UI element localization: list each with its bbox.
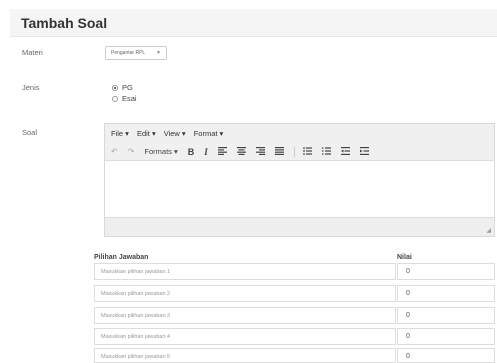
answer-input-3[interactable]: Masukkan pilihan jawaban 3 — [94, 307, 396, 324]
soal-label: Soal — [22, 128, 38, 137]
answer-input-2[interactable]: Masukkan pilihan jawaban 2 — [94, 285, 396, 302]
redo-icon[interactable]: ↷ — [128, 147, 135, 156]
outdent-icon[interactable] — [340, 146, 350, 157]
materi-select-value: Pengantar RPL — [111, 50, 146, 56]
align-left-icon[interactable] — [217, 146, 227, 157]
numbered-list-icon[interactable] — [321, 146, 331, 157]
menu-edit[interactable]: Edit ▾ — [137, 129, 156, 138]
radio-pg-label: PG — [122, 83, 133, 92]
italic-icon[interactable]: I — [204, 147, 208, 157]
bullet-list-icon[interactable] — [302, 146, 312, 157]
score-input-2[interactable]: 0 — [397, 285, 495, 302]
radio-esai-label: Esai — [122, 94, 137, 103]
radio-esai-circle[interactable] — [112, 95, 118, 102]
menu-file[interactable]: File ▾ — [111, 129, 129, 138]
bold-icon[interactable]: B — [188, 147, 195, 157]
radio-pg-circle[interactable] — [112, 84, 118, 91]
resize-handle-icon[interactable]: ◢ — [486, 227, 491, 234]
answer-input-5[interactable]: Masukkan pilihan jawaban 5 — [94, 348, 396, 363]
materi-select[interactable]: Pengantar RPL ▼ — [105, 46, 167, 60]
chevron-down-icon: ▼ — [156, 50, 161, 56]
rich-text-editor: File ▾ Edit ▾ View ▾ Format ▾ ↶ ↷ Format… — [104, 123, 495, 237]
jenis-label: Jenis — [22, 83, 40, 92]
score-input-3[interactable]: 0 — [397, 307, 495, 324]
answer-input-4[interactable]: Masukkan pilihan jawaban 4 — [94, 328, 396, 345]
editor-content-area[interactable] — [105, 161, 494, 218]
toolbar-divider — [293, 146, 295, 157]
score-input-4[interactable]: 0 — [397, 328, 495, 345]
page-title: Tambah Soal — [21, 15, 108, 31]
editor-toolbar: ↶ ↷ Formats ▾ B I — [105, 143, 494, 161]
answers-choice-header: Pilihan Jawaban — [94, 254, 149, 261]
materi-label: Materi — [22, 48, 43, 57]
formats-dropdown[interactable]: Formats ▾ — [144, 147, 177, 156]
undo-icon[interactable]: ↶ — [111, 147, 118, 156]
answer-input-1[interactable]: Masukkan pilihan jawaban 1 — [94, 263, 396, 280]
page-header: Tambah Soal — [10, 9, 497, 37]
menu-view[interactable]: View ▾ — [164, 129, 186, 138]
radio-pg[interactable]: PG — [112, 83, 133, 92]
menu-format[interactable]: Format ▾ — [194, 129, 224, 138]
score-input-5[interactable]: 0 — [397, 348, 495, 363]
align-right-icon[interactable] — [255, 146, 265, 157]
radio-esai[interactable]: Esai — [112, 94, 137, 103]
align-center-icon[interactable] — [236, 146, 246, 157]
answers-score-header: Nilai — [397, 254, 412, 261]
editor-menubar: File ▾ Edit ▾ View ▾ Format ▾ — [105, 124, 494, 143]
align-justify-icon[interactable] — [274, 146, 284, 157]
indent-icon[interactable] — [359, 146, 369, 157]
editor-statusbar: ◢ — [105, 217, 494, 236]
score-input-1[interactable]: 0 — [397, 263, 495, 280]
